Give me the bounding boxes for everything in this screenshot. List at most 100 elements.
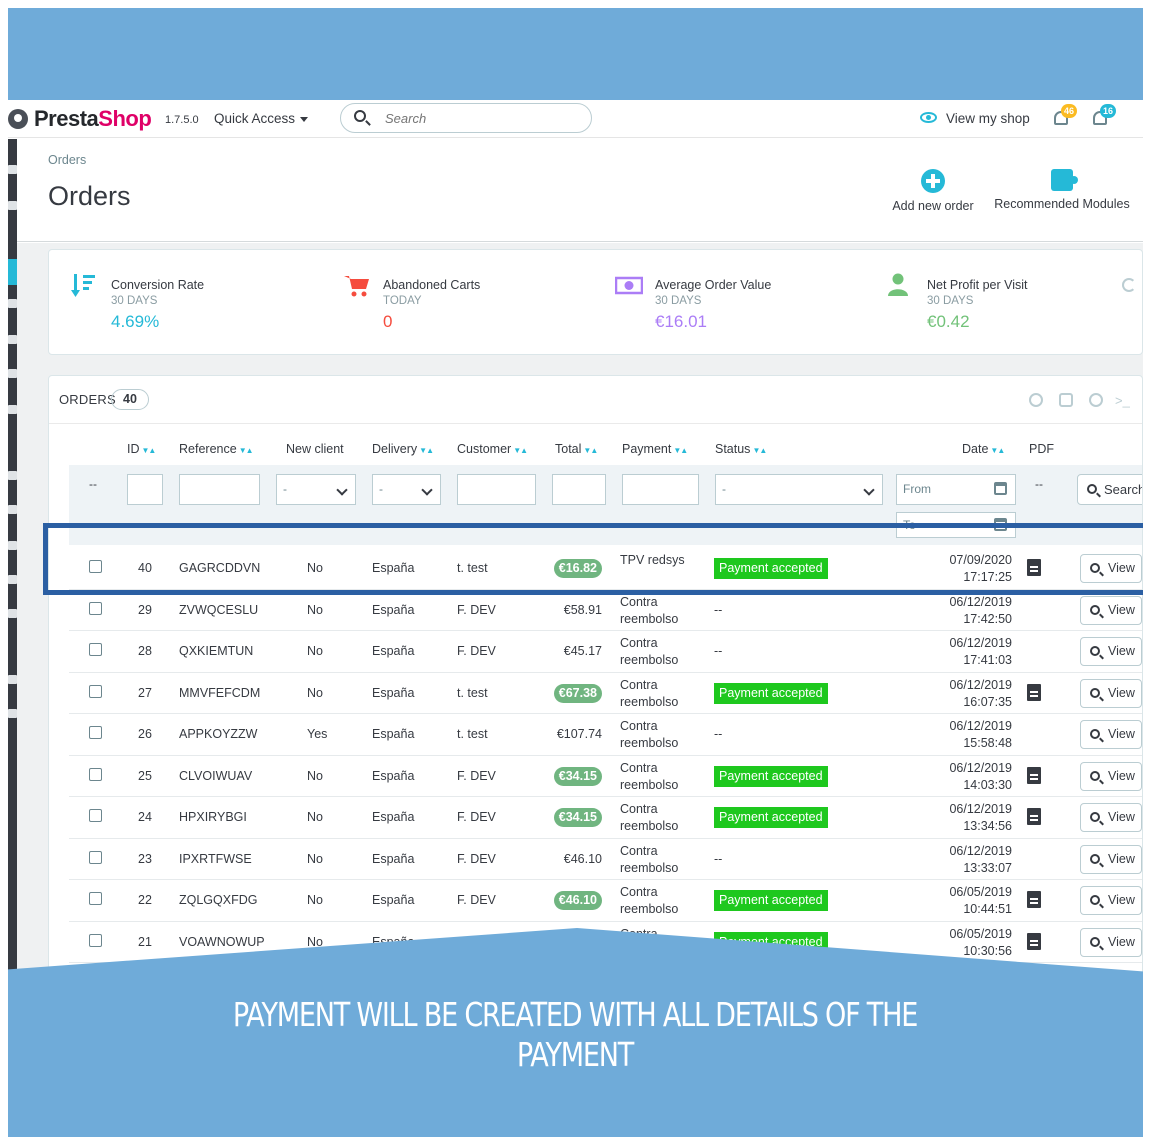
order-new-client: No — [307, 602, 323, 617]
table-row[interactable]: 23 IPXRTFWSE No España F. DEV €46.10 Contra ree… — [69, 838, 1142, 880]
view-order-button[interactable]: View — [1080, 803, 1142, 832]
table-row[interactable]: 26 APPKOYZZW Yes España t. test €107.74 Contra… — [69, 714, 1142, 756]
col-header-date[interactable]: Date ▼▲ — [962, 442, 1005, 456]
recommended-modules-button[interactable]: Recommended Modules — [987, 169, 1137, 211]
sidebar-service-icon[interactable] — [8, 369, 17, 378]
filter-reference-input[interactable] — [179, 474, 260, 505]
order-date: 06/12/2019 17:42:50 — [949, 594, 1012, 628]
sidebar-advanced-icon[interactable] — [8, 709, 17, 718]
sort-arrows-icon[interactable]: ▼▲ — [513, 446, 528, 455]
order-status-badge: Payment accepted — [714, 807, 828, 828]
view-order-button[interactable]: View — [1080, 595, 1142, 625]
view-order-button[interactable]: View — [1080, 886, 1142, 915]
header-search-input[interactable] — [385, 109, 575, 127]
kpi-period: TODAY — [383, 295, 422, 307]
row-checkbox[interactable] — [89, 601, 102, 615]
view-order-button[interactable]: View — [1080, 844, 1142, 874]
col-header-payment[interactable]: Payment ▼▲ — [622, 442, 688, 456]
sidebar-settings-icon[interactable] — [8, 675, 17, 684]
highlight-box — [43, 523, 1150, 595]
row-checkbox[interactable] — [89, 809, 102, 822]
filter-total-input[interactable] — [552, 474, 606, 505]
view-button-label: View — [1108, 768, 1135, 783]
sidebar-international-icon[interactable] — [8, 609, 17, 618]
sidebar-dashboard-icon[interactable] — [8, 201, 17, 210]
order-delivery: España — [372, 685, 415, 700]
row-checkbox[interactable] — [89, 684, 102, 698]
table-row[interactable]: 27 MMVFEFCDM No España t. test €67.38 Contra re… — [69, 672, 1142, 714]
col-header-status[interactable]: Status ▼▲ — [715, 442, 767, 456]
table-row[interactable]: 22 ZQLGQXFDG No España F. DEV €46.10 Contra ree… — [69, 880, 1142, 922]
brand-logo[interactable]: PrestaShop — [34, 106, 152, 132]
view-order-button[interactable]: View — [1080, 927, 1142, 957]
sidebar-payment-icon[interactable] — [8, 575, 17, 584]
refresh-list-icon[interactable] — [1089, 393, 1103, 407]
row-checkbox[interactable] — [89, 933, 102, 947]
sidebar-expand-icon[interactable] — [8, 165, 17, 174]
pdf-invoice-icon[interactable] — [1027, 932, 1041, 950]
orders-panel-title: ORDERS — [59, 392, 116, 407]
view-order-button[interactable]: View — [1080, 720, 1142, 749]
breadcrumb[interactable]: Orders — [48, 153, 86, 167]
row-checkbox[interactable] — [89, 850, 102, 864]
view-order-button[interactable]: View — [1080, 761, 1142, 791]
prestashop-logo-icon[interactable] — [8, 109, 28, 129]
row-checkbox[interactable] — [89, 726, 102, 739]
row-checkbox[interactable] — [89, 643, 102, 656]
col-header-delivery[interactable]: Delivery ▼▲ — [372, 442, 434, 456]
sidebar-stats-icon[interactable] — [8, 405, 17, 414]
col-header-label: Date — [962, 442, 989, 456]
col-header-total[interactable]: Total ▼▲ — [555, 442, 598, 456]
order-date-time: 13:33:07 — [963, 860, 1012, 875]
sidebar-modules-icon[interactable] — [8, 471, 17, 480]
customers-notification-button[interactable]: 16 — [1090, 104, 1116, 130]
view-order-button[interactable]: View — [1080, 678, 1142, 708]
filter-status-select[interactable]: - — [715, 474, 883, 505]
pdf-invoice-icon[interactable] — [1027, 766, 1041, 784]
sql-manager-icon[interactable]: >_ — [1115, 393, 1141, 409]
add-icon[interactable] — [1029, 393, 1043, 407]
header-search[interactable] — [340, 103, 592, 133]
table-row[interactable]: 25 CLVOIWUAV No España F. DEV €34.15 Contra ree… — [69, 755, 1142, 797]
col-header-customer[interactable]: Customer ▼▲ — [457, 442, 528, 456]
sidebar-shipping-icon[interactable] — [8, 541, 17, 550]
filter-id-input[interactable] — [127, 474, 163, 505]
sort-arrows-icon[interactable]: ▼▲ — [239, 446, 254, 455]
calendar-icon[interactable] — [994, 482, 1007, 495]
filter-search-button[interactable]: Search — [1077, 474, 1142, 505]
sort-arrows-icon[interactable]: ▼▲ — [142, 446, 157, 455]
filter-payment-input[interactable] — [622, 474, 699, 505]
export-icon[interactable] — [1059, 393, 1073, 407]
sidebar-catalog-icon[interactable] — [8, 299, 17, 308]
row-checkbox[interactable] — [89, 767, 102, 781]
view-order-button[interactable]: View — [1080, 637, 1142, 666]
filter-date-from[interactable]: From — [896, 474, 1016, 505]
sort-arrows-icon[interactable]: ▼▲ — [990, 446, 1005, 455]
pdf-invoice-icon[interactable] — [1027, 891, 1041, 908]
quick-access-dropdown[interactable]: Quick Access — [214, 111, 308, 126]
filter-delivery-select[interactable]: - — [372, 474, 441, 505]
sort-arrows-icon[interactable]: ▼▲ — [419, 446, 434, 455]
sidebar-item-orders[interactable] — [8, 259, 17, 285]
row-checkbox[interactable] — [89, 892, 102, 905]
sort-arrows-icon[interactable]: ▼▲ — [752, 446, 767, 455]
refresh-icon[interactable] — [1122, 278, 1136, 292]
filter-new-client-select[interactable]: - — [276, 474, 356, 505]
pdf-invoice-icon[interactable] — [1027, 808, 1041, 825]
order-date-day: 06/05/2019 — [949, 926, 1012, 941]
add-new-order-button[interactable]: Add new order — [885, 169, 981, 213]
table-row[interactable]: 24 HPXIRYBGI No España F. DEV €34.15 Contra ree… — [69, 797, 1142, 839]
sidebar-customers-icon[interactable] — [8, 335, 17, 344]
order-status-badge: Payment accepted — [714, 765, 828, 787]
sort-arrows-icon[interactable]: ▼▲ — [673, 446, 688, 455]
col-header-reference[interactable]: Reference ▼▲ — [179, 442, 254, 456]
table-row[interactable]: 28 QXKIEMTUN No España F. DEV €45.17 Contra ree… — [69, 631, 1142, 673]
col-header-id[interactable]: ID ▼▲ — [127, 442, 157, 456]
sidebar-design-icon[interactable] — [8, 505, 17, 514]
view-my-shop-link[interactable]: View my shop — [946, 111, 1030, 126]
filter-customer-input[interactable] — [457, 474, 536, 505]
pdf-invoice-icon[interactable] — [1027, 683, 1041, 701]
table-row[interactable]: 29 ZVWQCESLU No España F. DEV €58.91 Contra ree… — [69, 589, 1142, 631]
sort-arrows-icon[interactable]: ▼▲ — [583, 446, 598, 455]
orders-notification-button[interactable]: 46 — [1051, 104, 1077, 130]
